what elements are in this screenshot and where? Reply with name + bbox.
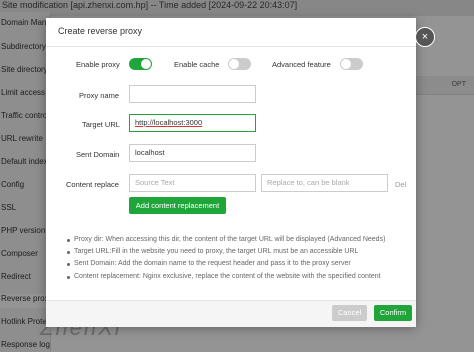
toggle-knob xyxy=(141,59,151,69)
enable-proxy-label: Enable proxy xyxy=(76,60,120,69)
help-notes: Proxy dir: When accessing this dir, the … xyxy=(66,234,406,283)
toggle-knob xyxy=(341,59,351,69)
note-sent-domain: Sent Domain: Add the domain name to the … xyxy=(66,258,406,270)
replace-to-placeholder: Replace to, can be blank xyxy=(267,178,350,187)
delete-replacement-link[interactable]: Del xyxy=(395,180,406,189)
source-text-placeholder: Source Text xyxy=(135,178,175,187)
target-url-value: http://localhost:3000 xyxy=(135,118,203,127)
add-content-replacement-button[interactable]: Add content replacement xyxy=(129,197,226,214)
source-text-input[interactable]: Source Text xyxy=(129,174,256,192)
cancel-button[interactable]: Cancel xyxy=(332,305,367,321)
target-url-label: Target URL xyxy=(82,120,120,129)
target-url-input[interactable]: http://localhost:3000 xyxy=(129,114,256,132)
note-proxy-dir: Proxy dir: When accessing this dir, the … xyxy=(66,234,406,246)
note-content-replacement: Content replacement: Nginx exclusive, re… xyxy=(66,271,406,283)
proxy-name-input[interactable] xyxy=(129,85,256,103)
note-target-url: Target URL:Fill in the website you need … xyxy=(66,246,406,258)
enable-cache-label: Enable cache xyxy=(174,60,220,69)
confirm-button[interactable]: Confirm xyxy=(374,305,412,321)
advanced-feature-toggle[interactable] xyxy=(340,58,363,70)
enable-proxy-toggle[interactable] xyxy=(129,58,152,70)
proxy-name-label: Proxy name xyxy=(79,91,120,100)
replace-to-input[interactable]: Replace to, can be blank xyxy=(261,174,388,192)
dialog-header: Create reverse proxy xyxy=(46,18,416,47)
advanced-feature-label: Advanced feature xyxy=(272,60,331,69)
dialog-title: Create reverse proxy xyxy=(58,26,143,36)
enable-cache-toggle[interactable] xyxy=(228,58,251,70)
dialog-footer: Cancel Confirm xyxy=(46,300,416,327)
toggle-knob xyxy=(229,59,239,69)
create-reverse-proxy-dialog: Create reverse proxy Enable proxy Enable… xyxy=(46,18,435,327)
sent-domain-label: Sent Domain xyxy=(76,150,120,159)
sent-domain-input[interactable]: localhost xyxy=(129,144,256,162)
close-icon[interactable]: × xyxy=(415,27,435,47)
content-replace-label: Content replace xyxy=(66,180,119,189)
